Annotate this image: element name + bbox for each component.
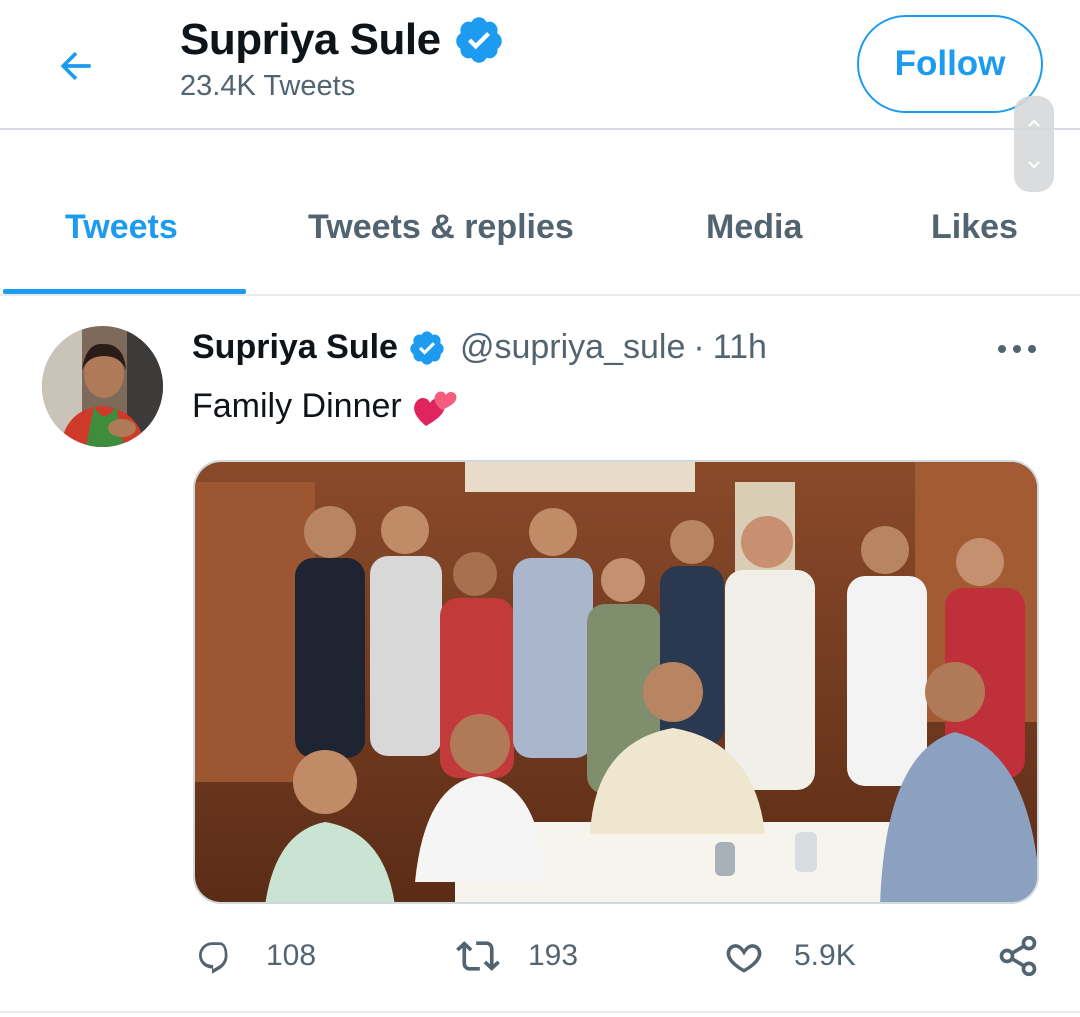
tab-tweets[interactable]: Tweets [65, 208, 178, 247]
verified-badge-icon [410, 330, 444, 365]
family-dinner-photo [195, 462, 1037, 902]
verified-badge-icon [455, 17, 502, 63]
retweet-icon [456, 941, 500, 971]
tweet-text-content: Family Dinner [192, 386, 402, 425]
more-dots-icon [998, 345, 1036, 353]
separator-dot: · [693, 328, 705, 366]
like-button[interactable]: 5.9K [722, 934, 856, 978]
tab-likes[interactable]: Likes [931, 208, 1018, 247]
tweet-count: 23.4K Tweets [180, 70, 356, 102]
retweet-button[interactable]: 193 [456, 934, 578, 978]
active-tab-indicator [3, 289, 246, 294]
like-count: 5.9K [794, 939, 856, 972]
header-title-group: Supriya Sule 23.4K Tweets [180, 14, 505, 103]
avatar-image [42, 326, 163, 447]
tweet-actions: 108 193 5.9K [0, 934, 1080, 982]
retweet-count: 193 [528, 939, 579, 972]
tweet[interactable]: Supriya Sule @supriya_sule · 11h Family … [0, 298, 1080, 1013]
heart-outline-icon [726, 944, 762, 973]
tweet-text: Family Dinner [192, 384, 460, 428]
follow-button[interactable]: Follow [857, 15, 1043, 113]
reply-button[interactable]: 108 [194, 934, 316, 978]
more-options-button[interactable] [994, 334, 1040, 364]
tweet-photo[interactable] [193, 460, 1039, 904]
back-button[interactable] [48, 38, 104, 94]
tweet-header: Supriya Sule @supriya_sule · 11h [192, 328, 767, 367]
avatar[interactable] [42, 326, 163, 447]
two-hearts-emoji [413, 391, 457, 426]
profile-header: Supriya Sule 23.4K Tweets Follow [0, 0, 1080, 130]
page-title: Supriya Sule [180, 15, 441, 64]
author-handle[interactable]: @supriya_sule [460, 328, 685, 367]
reply-icon [199, 942, 228, 974]
reply-count: 108 [266, 939, 317, 972]
share-button[interactable] [996, 934, 1040, 978]
share-icon [999, 935, 1037, 977]
tab-tweets-replies[interactable]: Tweets & replies [308, 208, 574, 247]
tab-media[interactable]: Media [706, 208, 802, 247]
tweet-time[interactable]: 11h [713, 328, 767, 367]
profile-tabs: Tweets Tweets & replies Media Likes [0, 130, 1080, 296]
arrow-left-icon [60, 51, 91, 81]
author-name[interactable]: Supriya Sule [192, 328, 398, 367]
